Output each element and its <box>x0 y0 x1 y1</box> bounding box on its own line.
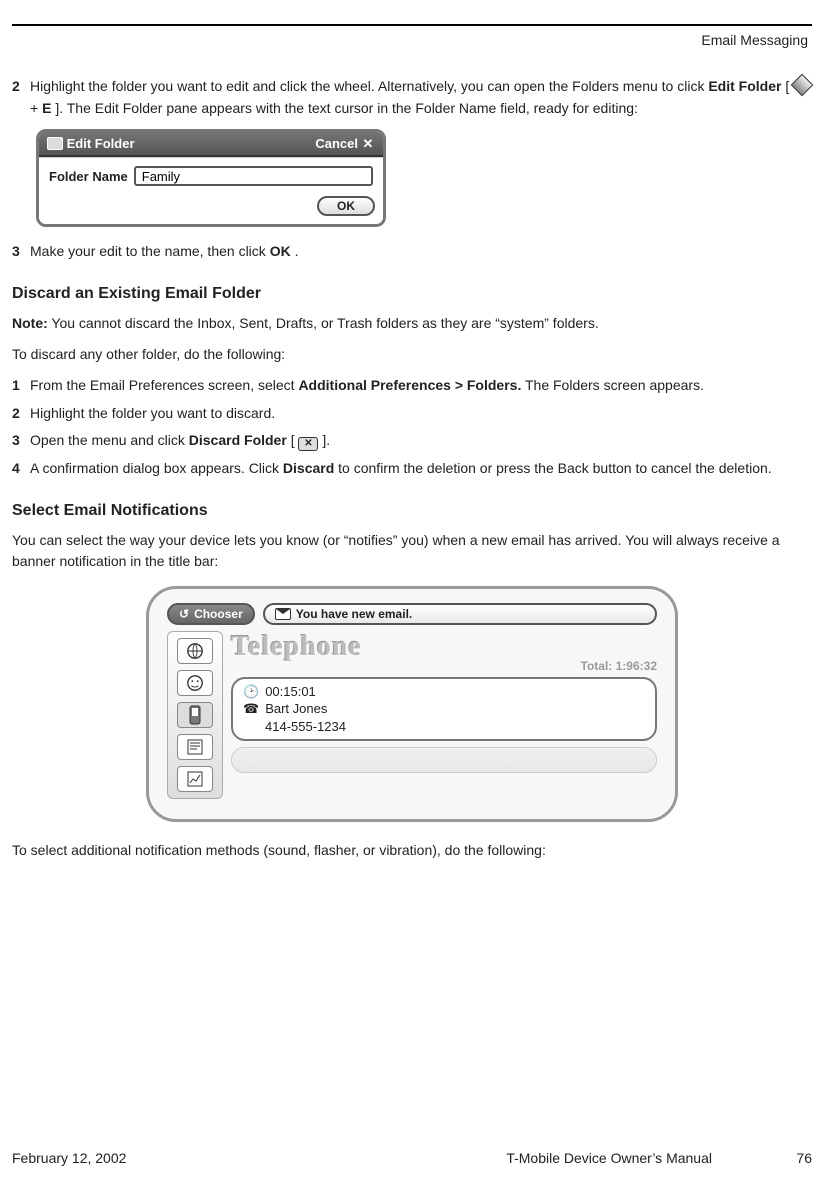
button-name: OK <box>270 243 291 259</box>
notifications-intro: You can select the way your device lets … <box>12 530 812 572</box>
globe-icon[interactable] <box>177 638 213 664</box>
step-number: 3 <box>12 430 30 452</box>
page-body: 2 Highlight the folder you want to edit … <box>12 70 812 871</box>
key: E <box>42 100 51 116</box>
step-number: 1 <box>12 375 30 397</box>
note-label: Note: <box>12 315 48 331</box>
text: + <box>30 100 42 116</box>
device-screenshot: ↺ Chooser You have new email. <box>146 586 678 822</box>
discard-step-4: 4 A confirmation dialog box appears. Cli… <box>12 458 812 480</box>
empty-slot <box>231 747 657 773</box>
text: From the Email Preferences screen, selec… <box>30 377 298 393</box>
discard-step-1: 1 From the Email Preferences screen, sel… <box>12 375 812 397</box>
chooser-button[interactable]: ↺ Chooser <box>167 603 255 625</box>
clock-icon: 🕑 <box>243 683 259 701</box>
notifications-outro: To select additional notification method… <box>12 840 812 861</box>
discard-step-3: 3 Open the menu and click Discard Folder… <box>12 430 812 452</box>
step-text: A confirmation dialog box appears. Click… <box>30 458 812 480</box>
heading-discard: Discard an Existing Email Folder <box>12 285 812 303</box>
step-number: 3 <box>12 241 30 263</box>
step-text: Highlight the folder you want to discard… <box>30 403 812 425</box>
chart-icon[interactable] <box>177 766 213 792</box>
call-name: Bart Jones <box>265 700 327 718</box>
call-entry[interactable]: 🕑 00:15:01 ☎ Bart Jones 414-555-1234 <box>231 677 657 742</box>
text: . <box>295 243 299 259</box>
note-text: You cannot discard the Inbox, Sent, Draf… <box>51 315 598 331</box>
text: A confirmation dialog box appears. Click <box>30 460 283 476</box>
text: The Folders screen appears. <box>525 377 704 393</box>
handset-icon: ☎ <box>243 700 259 718</box>
step-number: 2 <box>12 76 30 119</box>
note-icon[interactable] <box>177 734 213 760</box>
text: [ <box>291 432 295 448</box>
edit-folder-titlebar: Edit Folder Cancel ✕ <box>39 132 383 157</box>
total-label: Total: <box>581 659 616 673</box>
cancel-button[interactable]: Cancel ✕ <box>315 136 375 151</box>
text: ]. The Edit Folder pane appears with the… <box>55 100 638 116</box>
text: Make your edit to the name, then click <box>30 243 270 259</box>
note-paragraph: Note: You cannot discard the Inbox, Sent… <box>12 313 812 334</box>
close-icon: ✕ <box>361 137 375 151</box>
section-header: Email Messaging <box>701 32 808 48</box>
ok-button[interactable]: OK <box>317 196 375 216</box>
call-number: 414-555-1234 <box>243 718 645 736</box>
discard-icon: ✕ <box>298 437 318 451</box>
notification-banner: You have new email. <box>263 603 657 625</box>
footer-page: 76 <box>772 1150 812 1166</box>
edit-folder-pane: Edit Folder Cancel ✕ Folder Name OK <box>36 129 386 227</box>
menu-key-icon <box>791 74 814 97</box>
step-text: Make your edit to the name, then click O… <box>30 241 812 263</box>
step-text: Highlight the folder you want to edit an… <box>30 76 812 119</box>
text: Open the menu and click <box>30 432 189 448</box>
cancel-label: Cancel <box>315 136 358 151</box>
jump-icon: ↺ <box>179 607 189 621</box>
footer-date: February 12, 2002 <box>12 1150 126 1166</box>
footer-manual: T-Mobile Device Owner’s Manual <box>126 1150 772 1166</box>
menu-name: Discard Folder <box>189 432 287 448</box>
menu-name: Edit Folder <box>708 78 781 94</box>
button-name: Discard <box>283 460 334 476</box>
step-text: From the Email Preferences screen, selec… <box>30 375 812 397</box>
face-icon[interactable] <box>177 670 213 696</box>
heading-notifications: Select Email Notifications <box>12 502 812 520</box>
phone-icon[interactable] <box>177 702 213 728</box>
folder-icon <box>47 137 63 150</box>
chooser-label: Chooser <box>194 607 243 621</box>
step-number: 2 <box>12 403 30 425</box>
banner-text: You have new email. <box>296 607 412 621</box>
folder-name-label: Folder Name <box>49 169 128 184</box>
step-number: 4 <box>12 458 30 480</box>
menu-path: Additional Preferences > Folders. <box>298 377 521 393</box>
total-value: 1:96:32 <box>616 659 657 673</box>
step-text: Open the menu and click Discard Folder [… <box>30 430 812 452</box>
call-duration: 00:15:01 <box>265 683 316 701</box>
app-sidebar <box>167 631 223 799</box>
step-2: 2 Highlight the folder you want to edit … <box>12 76 812 119</box>
text: ]. <box>322 432 330 448</box>
text: Highlight the folder you want to edit an… <box>30 78 708 94</box>
page-top-rule <box>12 24 812 26</box>
text: to confirm the deletion or press the Bac… <box>338 460 771 476</box>
mail-icon <box>275 608 291 620</box>
folder-name-input[interactable] <box>134 166 373 186</box>
discard-intro: To discard any other folder, do the foll… <box>12 344 812 365</box>
step-3: 3 Make your edit to the name, then click… <box>12 241 812 263</box>
edit-folder-title: Edit Folder <box>67 136 135 151</box>
text: [ <box>785 78 789 94</box>
discard-step-2: 2 Highlight the folder you want to disca… <box>12 403 812 425</box>
page-footer: February 12, 2002 T-Mobile Device Owner’… <box>12 1150 812 1166</box>
